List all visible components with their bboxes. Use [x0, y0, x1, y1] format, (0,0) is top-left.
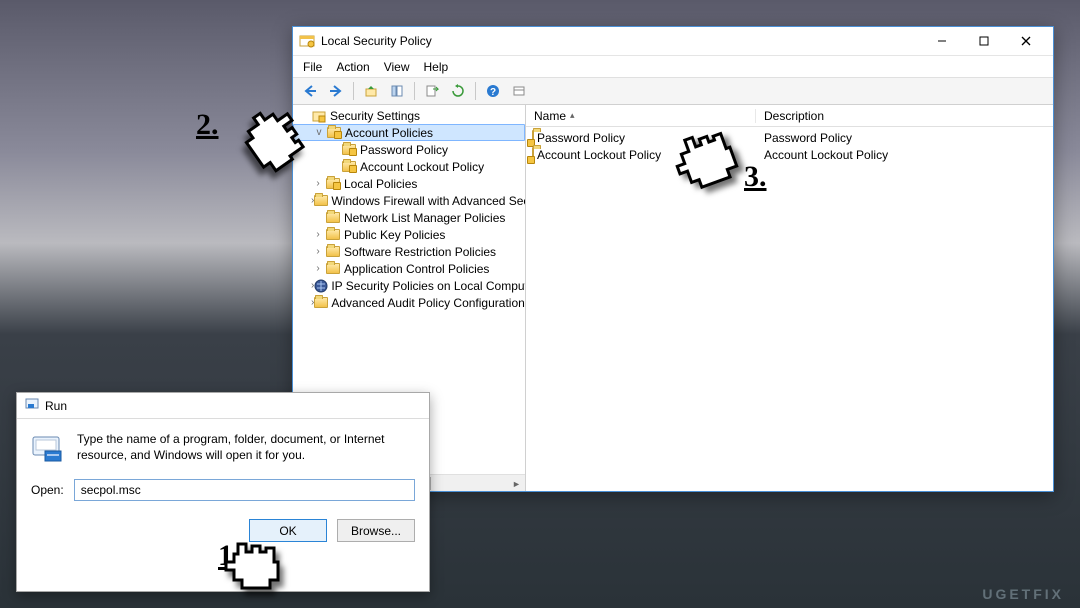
tree-windows-firewall[interactable]: ›Windows Firewall with Advanced Security	[293, 192, 525, 209]
column-description[interactable]: Description	[756, 109, 1053, 123]
back-button[interactable]	[299, 80, 321, 102]
menu-file[interactable]: File	[303, 60, 322, 74]
run-hint-text: Type the name of a program, folder, docu…	[77, 431, 415, 465]
manage-button[interactable]	[508, 80, 530, 102]
list-pane: Name▴ Description Password Policy Passwo…	[526, 105, 1053, 491]
tree-public-key[interactable]: ›Public Key Policies	[293, 226, 525, 243]
tree-password-policy[interactable]: Password Policy	[293, 141, 525, 158]
step-label-2: 2.	[196, 108, 219, 142]
run-titlebar[interactable]: Run	[17, 393, 429, 419]
tree-label: Software Restriction Policies	[344, 245, 496, 259]
menu-view[interactable]: View	[384, 60, 410, 74]
tree-root-label: Security Settings	[330, 109, 420, 123]
minimize-button[interactable]	[921, 30, 963, 52]
refresh-button[interactable]	[447, 80, 469, 102]
help-button[interactable]: ?	[482, 80, 504, 102]
tree-local-policies[interactable]: ›Local Policies	[293, 175, 525, 192]
sort-asc-icon: ▴	[570, 110, 575, 121]
toolbar: ?	[293, 77, 1053, 105]
tree-application-control[interactable]: ›Application Control Policies	[293, 260, 525, 277]
run-browse-button[interactable]: Browse...	[337, 519, 415, 542]
list-header: Name▴ Description	[526, 105, 1053, 127]
watermark: UGETFIX	[982, 586, 1064, 602]
window-title: Local Security Policy	[321, 34, 432, 48]
forward-button[interactable]	[325, 80, 347, 102]
step-label-3: 3.	[744, 160, 767, 194]
menu-help[interactable]: Help	[424, 60, 449, 74]
menubar: File Action View Help	[293, 55, 1053, 77]
menu-action[interactable]: Action	[336, 60, 369, 74]
tree-account-policies[interactable]: vAccount Policies	[293, 124, 525, 141]
run-open-label: Open:	[31, 483, 64, 497]
tree-label: Password Policy	[360, 143, 448, 157]
window-titlebar[interactable]: Local Security Policy	[293, 27, 1053, 55]
tree-label: Windows Firewall with Advanced Security	[331, 194, 526, 208]
up-button[interactable]	[360, 80, 382, 102]
tree-label: Advanced Audit Policy Configuration	[331, 296, 524, 310]
tree-label: Account Lockout Policy	[360, 160, 484, 174]
tree-network-list[interactable]: Network List Manager Policies	[293, 209, 525, 226]
maximize-button[interactable]	[963, 30, 1005, 52]
export-button[interactable]	[421, 80, 443, 102]
run-open-input[interactable]	[74, 479, 415, 501]
tree-label: Public Key Policies	[344, 228, 445, 242]
list-row[interactable]: Account Lockout Policy Account Lockout P…	[526, 146, 1053, 163]
tree-ip-security[interactable]: ›IP Security Policies on Local Computer	[293, 277, 525, 294]
list-desc: Password Policy	[756, 131, 1053, 145]
run-title-label: Run	[45, 399, 67, 413]
list-name: Account Lockout Policy	[537, 148, 661, 162]
run-ok-button[interactable]: OK	[249, 519, 327, 542]
list-row[interactable]: Password Policy Password Policy	[526, 129, 1053, 146]
tree-label: Network List Manager Policies	[344, 211, 505, 225]
tree-label: IP Security Policies on Local Computer	[331, 279, 526, 293]
tree-label: Application Control Policies	[344, 262, 489, 276]
tree-label: Local Policies	[344, 177, 417, 191]
properties-button[interactable]	[386, 80, 408, 102]
run-hint-icon	[31, 431, 65, 465]
app-icon	[299, 33, 315, 49]
list-desc: Account Lockout Policy	[756, 148, 1053, 162]
tree-account-lockout-policy[interactable]: Account Lockout Policy	[293, 158, 525, 175]
run-app-icon	[25, 397, 39, 414]
svg-text:?: ?	[490, 87, 496, 98]
scroll-right-icon[interactable]: ►	[508, 475, 525, 491]
tree-advanced-audit[interactable]: ›Advanced Audit Policy Configuration	[293, 294, 525, 311]
tree-root[interactable]: Security Settings	[293, 107, 525, 124]
list-name: Password Policy	[537, 131, 625, 145]
tree-label: Account Policies	[345, 126, 433, 140]
tree-software-restriction[interactable]: ›Software Restriction Policies	[293, 243, 525, 260]
step-label-1: 1.	[218, 539, 241, 573]
close-button[interactable]	[1005, 30, 1047, 52]
column-name[interactable]: Name▴	[526, 109, 756, 123]
